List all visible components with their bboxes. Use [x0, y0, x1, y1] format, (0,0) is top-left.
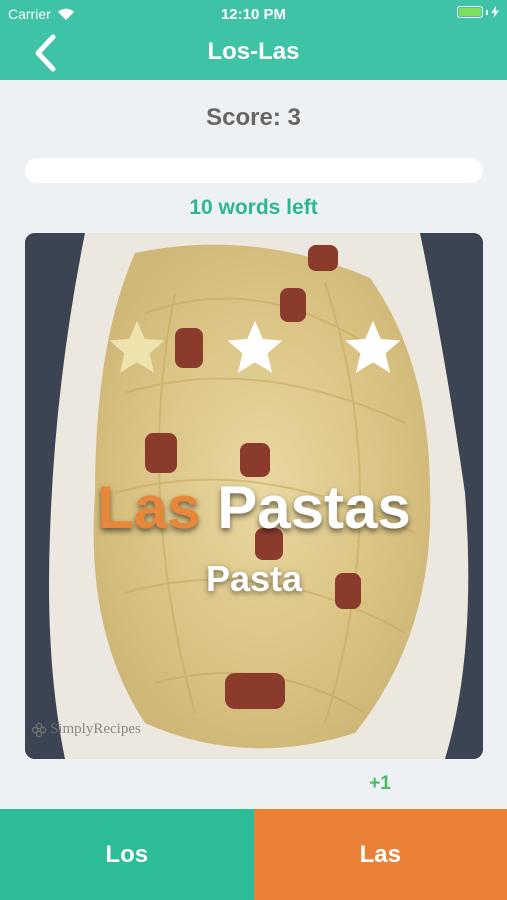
las-button-label: Las — [359, 840, 401, 868]
status-time: 12:10 PM — [220, 6, 287, 23]
battery-level-fill — [459, 8, 481, 16]
score-label: Score: 3 — [206, 104, 301, 131]
points-delta: +1 — [369, 773, 391, 794]
battery-tip — [486, 9, 488, 15]
star-icon-2 — [227, 320, 283, 373]
progress-bar — [25, 158, 483, 183]
page-title: Los-Las — [207, 38, 300, 65]
stars-rating — [105, 316, 405, 380]
star-icon-3 — [345, 320, 401, 373]
quiz-word: Las Pastas — [25, 473, 483, 542]
words-left-label: 10 words left — [189, 196, 318, 219]
star-icon-1 — [109, 320, 165, 373]
los-answer-button[interactable]: Los — [0, 809, 254, 900]
word-translation: Pasta — [205, 558, 303, 599]
status-bar: Carrier 12:10 PM — [0, 0, 507, 28]
flower-logo-icon — [31, 722, 47, 737]
los-button-label: Los — [105, 840, 149, 868]
word-noun: Pastas — [217, 474, 411, 541]
header-bar: Carrier 12:10 PM Los-Las — [0, 0, 507, 80]
las-answer-button[interactable]: Las — [253, 809, 507, 900]
photo-watermark: SimplyRecipes — [31, 721, 141, 738]
watermark-text: SimplyRecipes — [50, 721, 141, 737]
navigation-bar: Los-Las — [0, 28, 507, 80]
word-article: Las — [97, 474, 201, 541]
battery-group — [457, 6, 499, 18]
charging-bolt-icon — [491, 6, 499, 18]
word-card: Las Pastas Pasta SimplyRecipes — [25, 233, 483, 759]
battery-icon — [457, 6, 483, 18]
